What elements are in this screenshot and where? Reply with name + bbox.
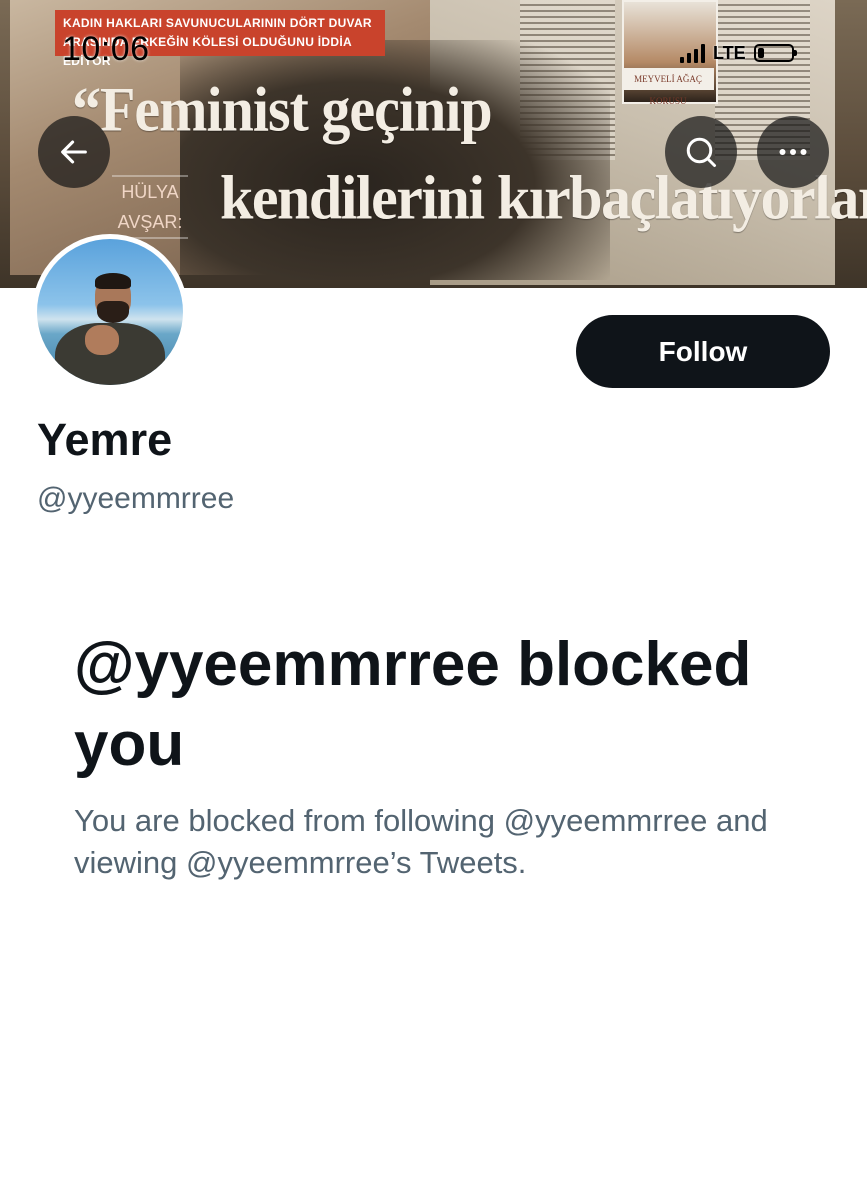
blocked-title: @yyeemmrree blocked you bbox=[74, 630, 752, 779]
profile-display-name: Yemre bbox=[37, 414, 173, 465]
search-icon bbox=[686, 137, 716, 167]
status-bar-indicators: LTE bbox=[680, 40, 797, 66]
byline-line2: AVŞAR: bbox=[117, 212, 183, 232]
magazine-byline: HÜLYA AVŞAR: bbox=[112, 175, 188, 239]
battery-icon bbox=[753, 44, 797, 62]
profile-handle: @yyeemmrree bbox=[37, 482, 235, 515]
more-dots-icon bbox=[779, 149, 807, 155]
search-button[interactable] bbox=[665, 116, 737, 188]
byline-line1: HÜLYA bbox=[121, 182, 179, 202]
signal-strength-icon bbox=[680, 43, 705, 63]
network-type-label: LTE bbox=[713, 42, 746, 63]
back-button[interactable] bbox=[38, 116, 110, 188]
magazine-inset-caption: MEYVELİ AĞAÇ KORUSU bbox=[622, 68, 714, 106]
magazine-headline-line1: “Feminist geçinip bbox=[72, 73, 493, 145]
blocked-description: You are blocked from following @yyeemmrr… bbox=[74, 803, 768, 880]
follow-button[interactable]: Follow bbox=[576, 315, 830, 388]
more-options-button[interactable] bbox=[757, 116, 829, 188]
status-bar-time: 10:06 bbox=[62, 30, 150, 68]
avatar[interactable] bbox=[32, 234, 188, 390]
arrow-left-icon bbox=[61, 140, 87, 164]
avatar-photo bbox=[37, 239, 183, 385]
